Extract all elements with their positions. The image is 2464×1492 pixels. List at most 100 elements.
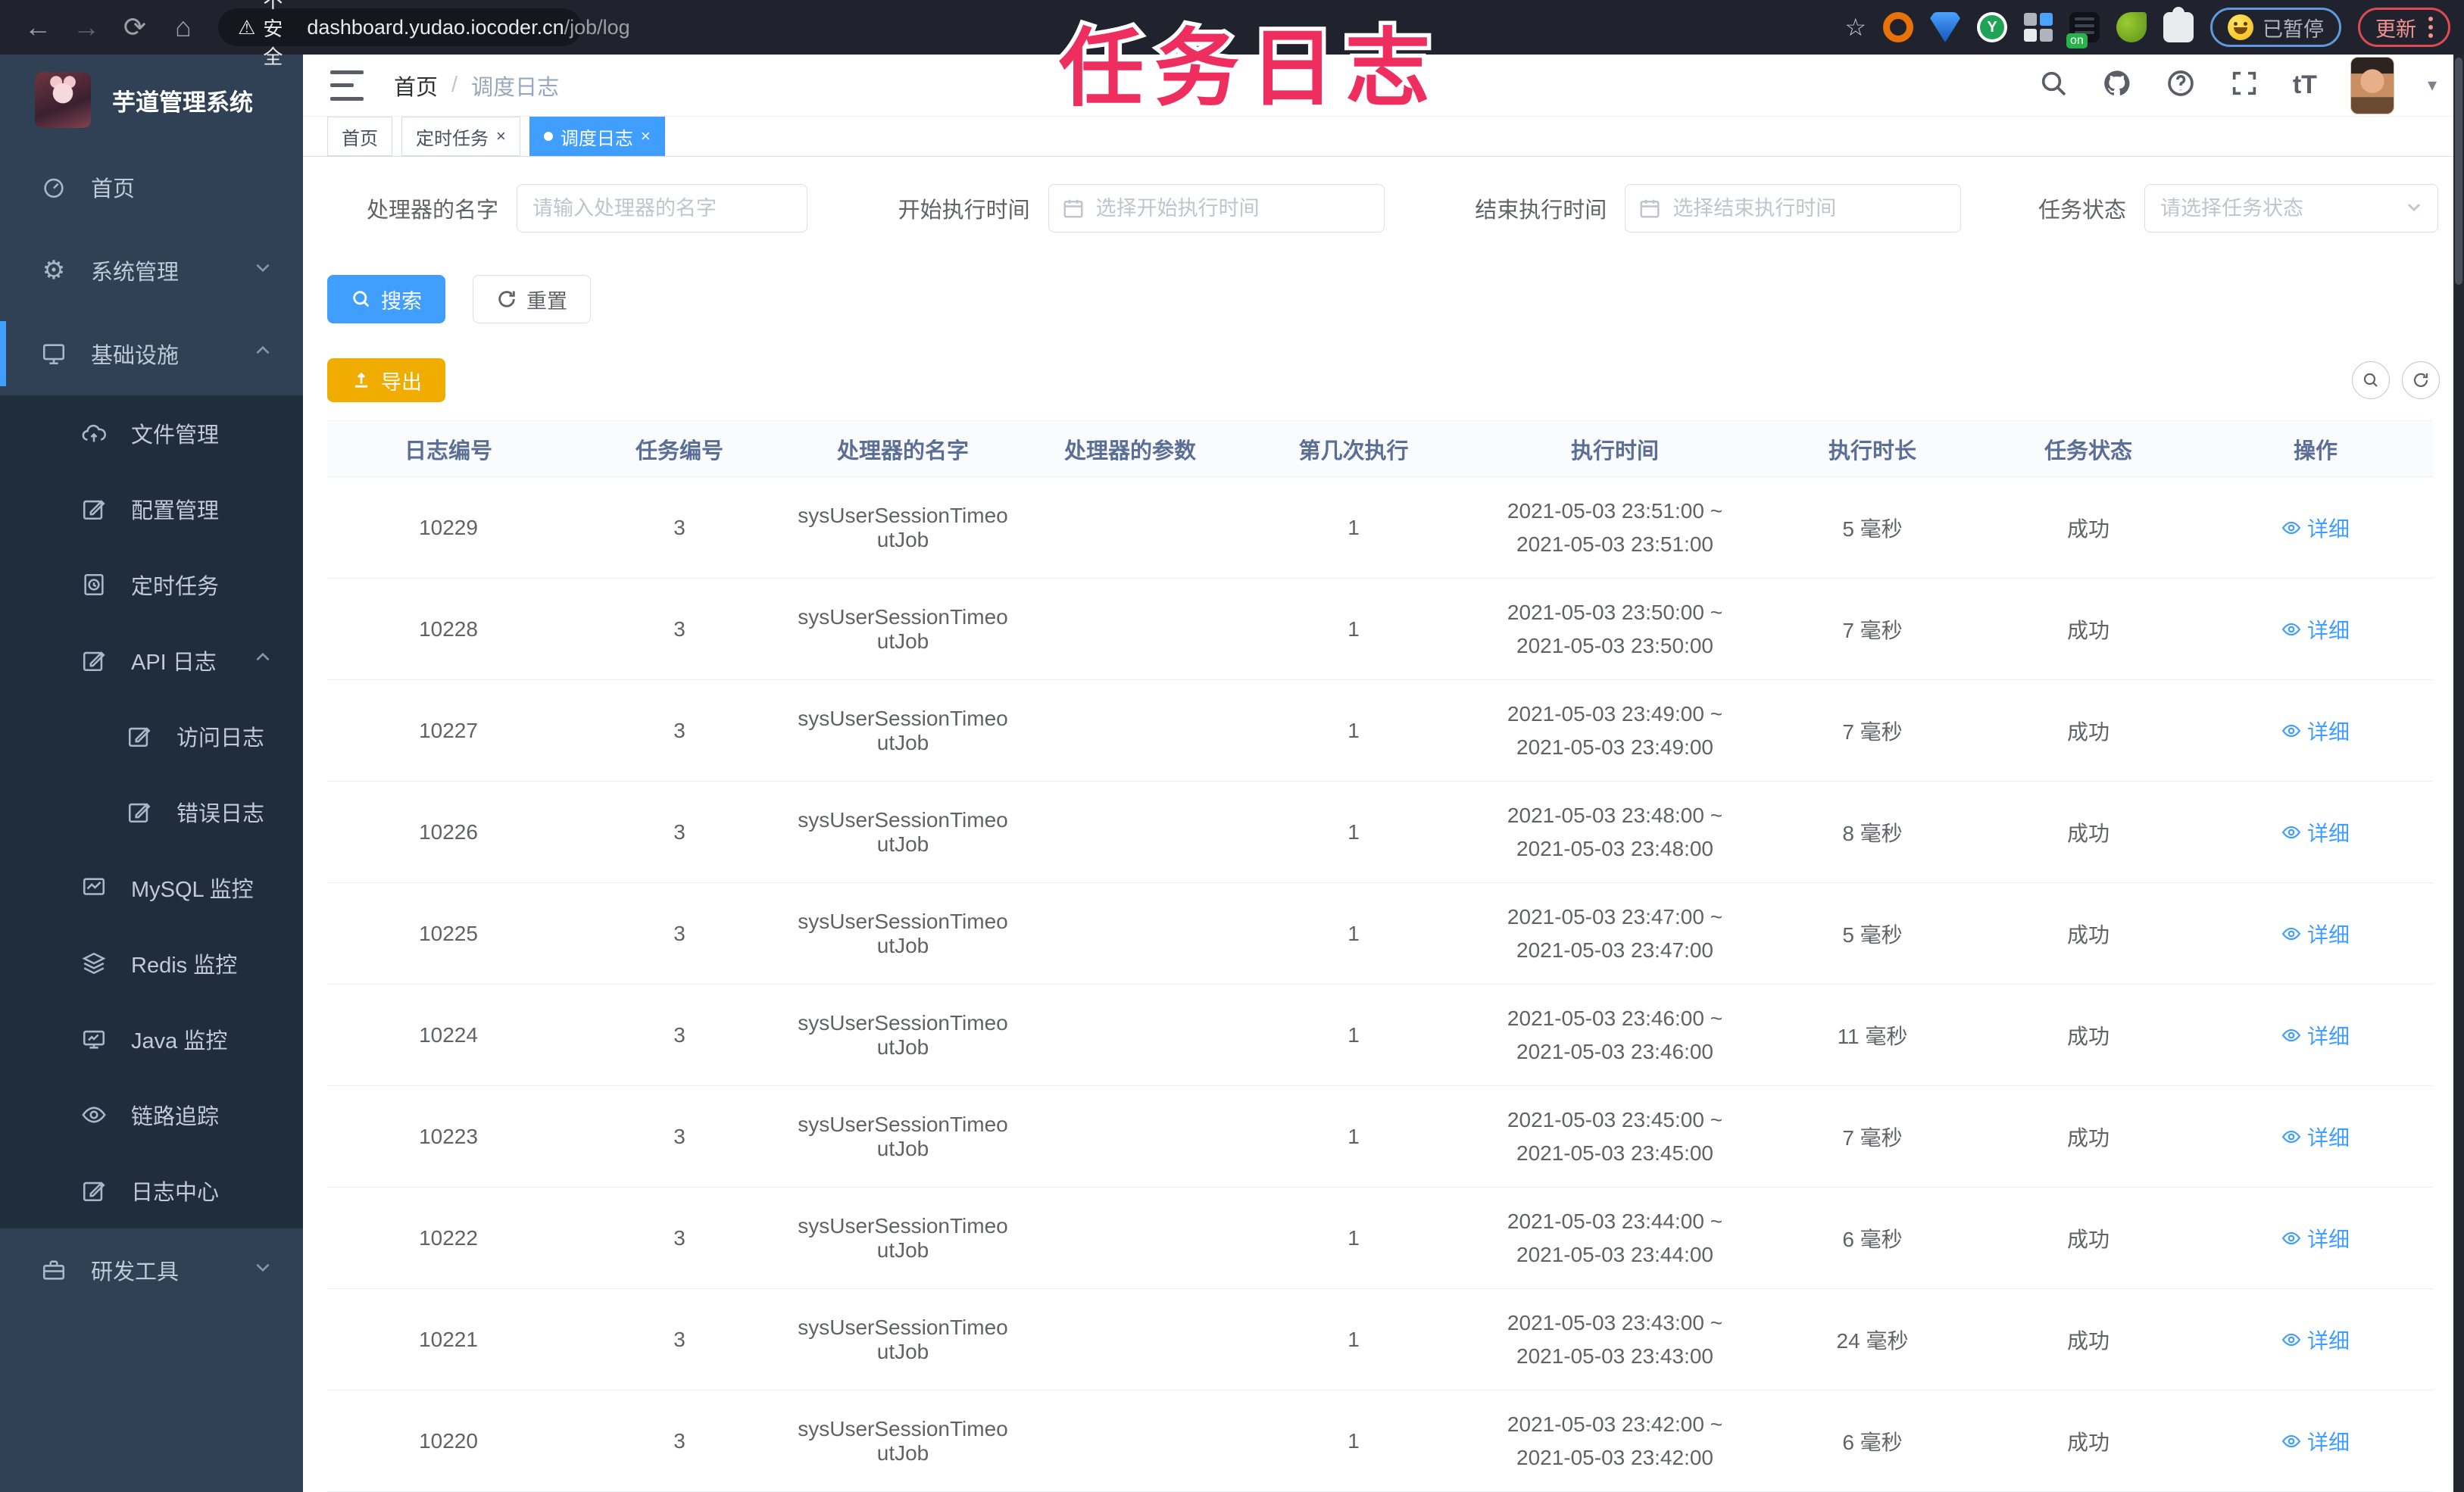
refresh-table-button[interactable] [2402, 361, 2440, 399]
app-logo-row[interactable]: 芋道管理系统 [0, 55, 303, 145]
sidebar-item-file-management[interactable]: 文件管理 [0, 395, 303, 471]
tab-scheduled-tasks[interactable]: 定时任务 × [401, 117, 520, 156]
sidebar-item-tracing[interactable]: 链路追踪 [0, 1077, 303, 1153]
tab-schedule-log[interactable]: 调度日志 × [529, 117, 665, 156]
scrollbar-thumb[interactable] [2455, 58, 2462, 285]
github-icon[interactable] [2102, 68, 2132, 102]
sidebar-item-redis-monitor[interactable]: Redis 监控 [0, 925, 303, 1001]
extensions-puzzle-icon[interactable] [2163, 7, 2194, 42]
extension-grid-icon[interactable] [2024, 13, 2053, 42]
sidebar-item-label: 基础设施 [91, 344, 180, 368]
url-host[interactable]: dashboard.yudao.iocoder.cn [307, 16, 564, 39]
cell-duration: 7 毫秒 [1766, 578, 1978, 680]
sidebar-item-access-log[interactable]: 访问日志 [0, 698, 303, 774]
scrollbar[interactable] [2453, 55, 2464, 1492]
help-icon[interactable] [2166, 68, 2196, 102]
back-icon[interactable]: ← [14, 0, 62, 55]
sidebar-item-system[interactable]: ⚙ 系统管理 [0, 229, 303, 312]
cell-execute-index: 1 [1244, 882, 1463, 985]
extension-y-icon[interactable]: Y [1977, 12, 2007, 42]
sidebar-item-log-center[interactable]: 日志中心 [0, 1153, 303, 1228]
start-time-input[interactable] [1048, 184, 1385, 233]
sidebar-item-label: API 日志 [131, 651, 217, 675]
caret-down-icon[interactable]: ▾ [2428, 74, 2437, 96]
search-button[interactable]: 搜索 [327, 275, 445, 323]
extension-leaf-icon[interactable] [2116, 12, 2147, 42]
detail-link[interactable]: 详细 [2281, 513, 2350, 543]
col-job-id: 任务编号 [570, 420, 789, 477]
detail-link[interactable]: 详细 [2281, 1020, 2350, 1050]
sidebar-item-config-management[interactable]: 配置管理 [0, 471, 303, 547]
extension-shield-icon[interactable] [1930, 12, 1960, 42]
tab-home[interactable]: 首页 [327, 117, 392, 156]
cell-execute-index: 1 [1244, 679, 1463, 782]
cell-handler-name: sysUserSessionTimeoutJob [789, 1288, 1017, 1391]
sidebar-item-mysql-monitor[interactable]: MySQL 监控 [0, 850, 303, 925]
sidebar-item-error-log[interactable]: 错误日志 [0, 774, 303, 850]
detail-link[interactable]: 详细 [2281, 614, 2350, 645]
cell-handler-param [1017, 984, 1244, 1086]
home-icon[interactable]: ⌂ [159, 0, 208, 55]
forward-icon[interactable]: → [62, 0, 111, 55]
close-icon[interactable]: × [641, 126, 651, 146]
breadcrumb-home[interactable]: 首页 [394, 70, 438, 101]
close-icon[interactable]: × [496, 126, 506, 146]
table-row: 10229 3 sysUserSessionTimeoutJob 1 2021-… [327, 476, 2433, 579]
reload-icon[interactable]: ⟳ [111, 0, 159, 55]
security-label[interactable]: 不安全 [263, 0, 283, 70]
url-path[interactable]: /job/log [564, 16, 630, 39]
log-table-body: 10229 3 sysUserSessionTimeoutJob 1 2021-… [327, 476, 2433, 1492]
sidebar-item-scheduled-tasks[interactable]: 定时任务 [0, 547, 303, 623]
sidebar-item-label: MySQL 监控 [131, 878, 254, 902]
chevron-down-icon [253, 258, 273, 283]
detail-link[interactable]: 详细 [2281, 1426, 2350, 1456]
sidebar-item-label: 首页 [91, 177, 136, 201]
calendar-icon [1638, 197, 1661, 220]
sidebar-item-api-log[interactable]: API 日志 [0, 623, 303, 698]
detail-link[interactable]: 详细 [2281, 716, 2350, 746]
header-search-icon[interactable] [2038, 68, 2069, 102]
cell-status: 成功 [1978, 679, 2198, 782]
col-status: 任务状态 [1978, 420, 2198, 477]
collapse-menu-icon[interactable] [330, 70, 364, 101]
update-button[interactable]: 更新 [2358, 8, 2450, 47]
cell-handler-param [1017, 679, 1244, 782]
cell-status: 成功 [1978, 984, 2198, 1086]
col-actions: 操作 [2198, 420, 2433, 477]
cell-log-id: 10229 [327, 476, 570, 579]
sidebar-item-infrastructure[interactable]: 基础设施 [0, 312, 303, 395]
extension-on-icon[interactable]: on [2066, 12, 2100, 48]
avatar[interactable] [2350, 56, 2394, 114]
cell-actions: 详细 [2198, 679, 2433, 782]
toggle-search-button[interactable] [2352, 361, 2390, 399]
cell-handler-name: sysUserSessionTimeoutJob [789, 1187, 1017, 1289]
bookmark-star-icon[interactable]: ☆ [1844, 13, 1866, 42]
infrastructure-submenu: 文件管理 配置管理 定时任务 API 日志 访问日志 错误日志 MySQL 监控… [0, 395, 303, 1228]
handler-name-input[interactable] [517, 184, 807, 233]
table-row: 10227 3 sysUserSessionTimeoutJob 1 2021-… [327, 679, 2433, 782]
detail-link[interactable]: 详细 [2281, 919, 2350, 949]
sidebar-item-dev-tools[interactable]: 研发工具 [0, 1228, 303, 1312]
layers-icon [80, 949, 108, 978]
address-bar[interactable]: ⚠ 不安全 dashboard.yudao.iocoder.cn/job/log [218, 0, 630, 68]
sidebar-item-label: 研发工具 [91, 1260, 180, 1284]
extension-ring-icon[interactable] [1883, 12, 1913, 42]
cell-handler-param [1017, 1187, 1244, 1289]
sidebar-item-java-monitor[interactable]: Java 监控 [0, 1001, 303, 1077]
screen: ← → ⟳ ⌂ ⚠ 不安全 dashboard.yudao.iocoder.cn… [0, 0, 2464, 1492]
detail-link[interactable]: 详细 [2281, 1325, 2350, 1355]
font-size-icon[interactable]: tT [2293, 70, 2317, 100]
browser-menu-icon[interactable] [2428, 17, 2433, 38]
reset-button[interactable]: 重置 [473, 275, 591, 323]
paused-pill[interactable]: 已暂停 [2210, 8, 2341, 47]
cell-actions: 详细 [2198, 476, 2433, 579]
cell-handler-name: sysUserSessionTimeoutJob [789, 679, 1017, 782]
detail-link[interactable]: 详细 [2281, 1223, 2350, 1253]
sidebar-item-home[interactable]: 首页 [0, 145, 303, 229]
fullscreen-icon[interactable] [2229, 68, 2259, 102]
task-status-select[interactable] [2144, 184, 2438, 233]
export-button[interactable]: 导出 [327, 358, 445, 402]
end-time-input[interactable] [1625, 184, 1962, 233]
detail-link[interactable]: 详细 [2281, 817, 2350, 847]
detail-link[interactable]: 详细 [2281, 1122, 2350, 1152]
